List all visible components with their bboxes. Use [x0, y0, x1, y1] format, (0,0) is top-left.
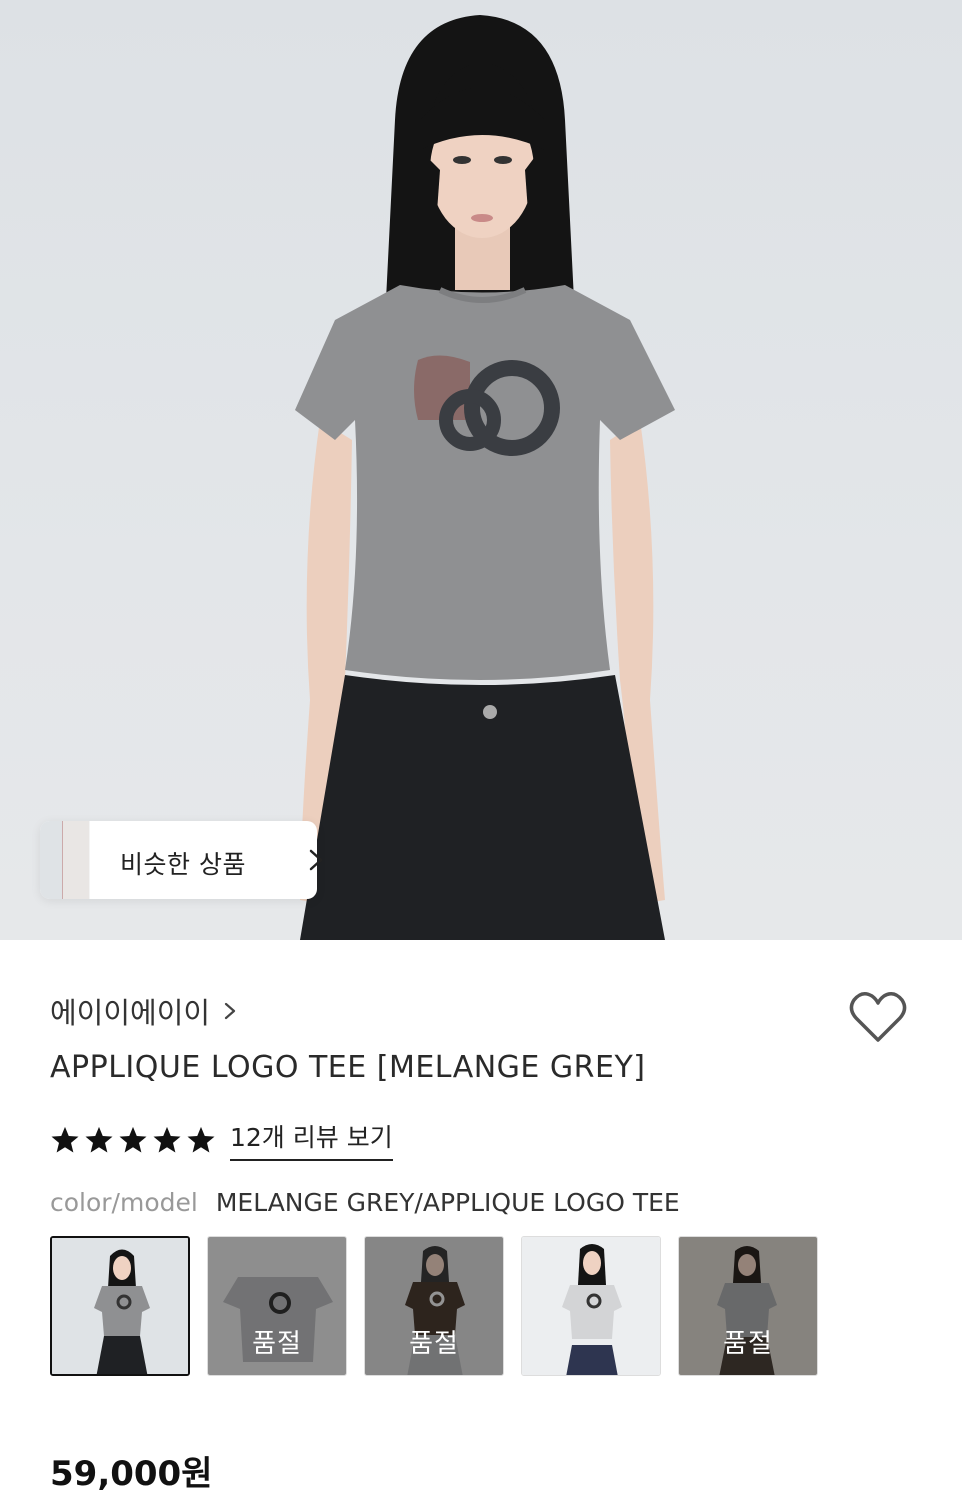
swatch-option[interactable]: [521, 1236, 661, 1376]
brand-name: 에이이에이이: [50, 996, 211, 1030]
color-label: color/model: [50, 1188, 198, 1217]
chevron-right-icon: [224, 1002, 236, 1020]
star-icon: [153, 1126, 181, 1152]
similar-products-button[interactable]: 비슷한 상품: [40, 821, 323, 899]
product-title: APPLIQUE LOGO TEE [MELANGE GREY]: [50, 1050, 646, 1085]
soldout-label: 품절: [252, 1329, 302, 1359]
swatch-thumbnail: [52, 1238, 188, 1374]
color-value: MELANGE GREY/APPLIQUE LOGO TEE: [215, 1188, 680, 1217]
product-price: 59,000원: [50, 1454, 213, 1494]
reviews-link[interactable]: 12개 리뷰 보기: [230, 1118, 393, 1161]
soldout-label: 품절: [723, 1329, 773, 1359]
similar-products-label: 비슷한 상품: [120, 850, 246, 879]
similar-products-thumbnails: [40, 821, 100, 899]
star-icon: [85, 1126, 113, 1152]
swatch-option[interactable]: 품절: [678, 1236, 818, 1376]
chevron-right-icon: [309, 849, 323, 871]
wishlist-heart-icon[interactable]: [848, 990, 908, 1046]
star-icon: [51, 1126, 79, 1152]
model-illustration: [295, 15, 675, 940]
star-icon: [187, 1126, 215, 1152]
rating-row: 12개 리뷰 보기: [50, 1118, 393, 1161]
swatch-thumbnail: [522, 1237, 660, 1375]
color-swatches: 품절 품절 품절: [50, 1236, 818, 1376]
brand-link[interactable]: 에이이에이이: [50, 990, 236, 1032]
swatch-option[interactable]: 품절: [207, 1236, 347, 1376]
soldout-label: 품절: [409, 1329, 459, 1359]
star-icon: [119, 1126, 147, 1152]
color-row: color/model MELANGE GREY/APPLIQUE LOGO T…: [50, 1188, 680, 1217]
swatch-option[interactable]: [50, 1236, 190, 1376]
swatch-option[interactable]: 품절: [364, 1236, 504, 1376]
product-hero-image[interactable]: 비슷한 상품: [0, 0, 962, 940]
rating-stars: [50, 1125, 216, 1155]
